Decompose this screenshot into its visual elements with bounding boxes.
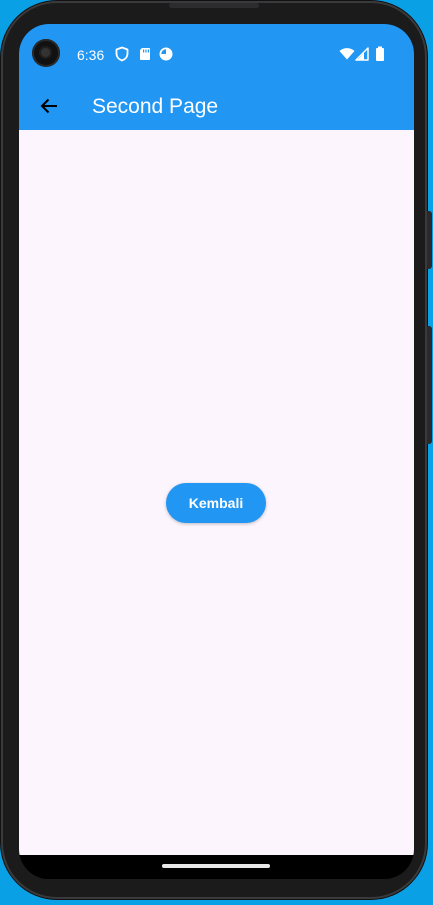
app-bar: Second Page [19, 86, 414, 130]
sd-card-icon [137, 46, 153, 62]
earpiece [169, 3, 259, 8]
wifi-icon [339, 46, 355, 62]
arrow-back-icon [39, 96, 59, 121]
kembali-button[interactable]: Kembali [166, 483, 266, 523]
status-time: 6:36 [77, 47, 105, 63]
power-button [427, 211, 432, 269]
data-saver-icon [158, 46, 174, 62]
shield-icon [114, 46, 130, 62]
signal-icon [355, 46, 371, 62]
page-title: Second Page [92, 95, 219, 118]
page-body: Kembali [19, 130, 414, 855]
front-camera [32, 39, 60, 67]
status-bar: 6:36 [19, 24, 414, 86]
phone-frame: 6:36 Second Page Kembali [1, 1, 432, 899]
home-indicator[interactable] [162, 864, 270, 868]
volume-button [427, 326, 432, 444]
battery-icon [374, 46, 390, 62]
navigation-bar [19, 855, 414, 879]
screen: 6:36 Second Page Kembali [19, 24, 414, 879]
back-button[interactable] [33, 92, 65, 124]
